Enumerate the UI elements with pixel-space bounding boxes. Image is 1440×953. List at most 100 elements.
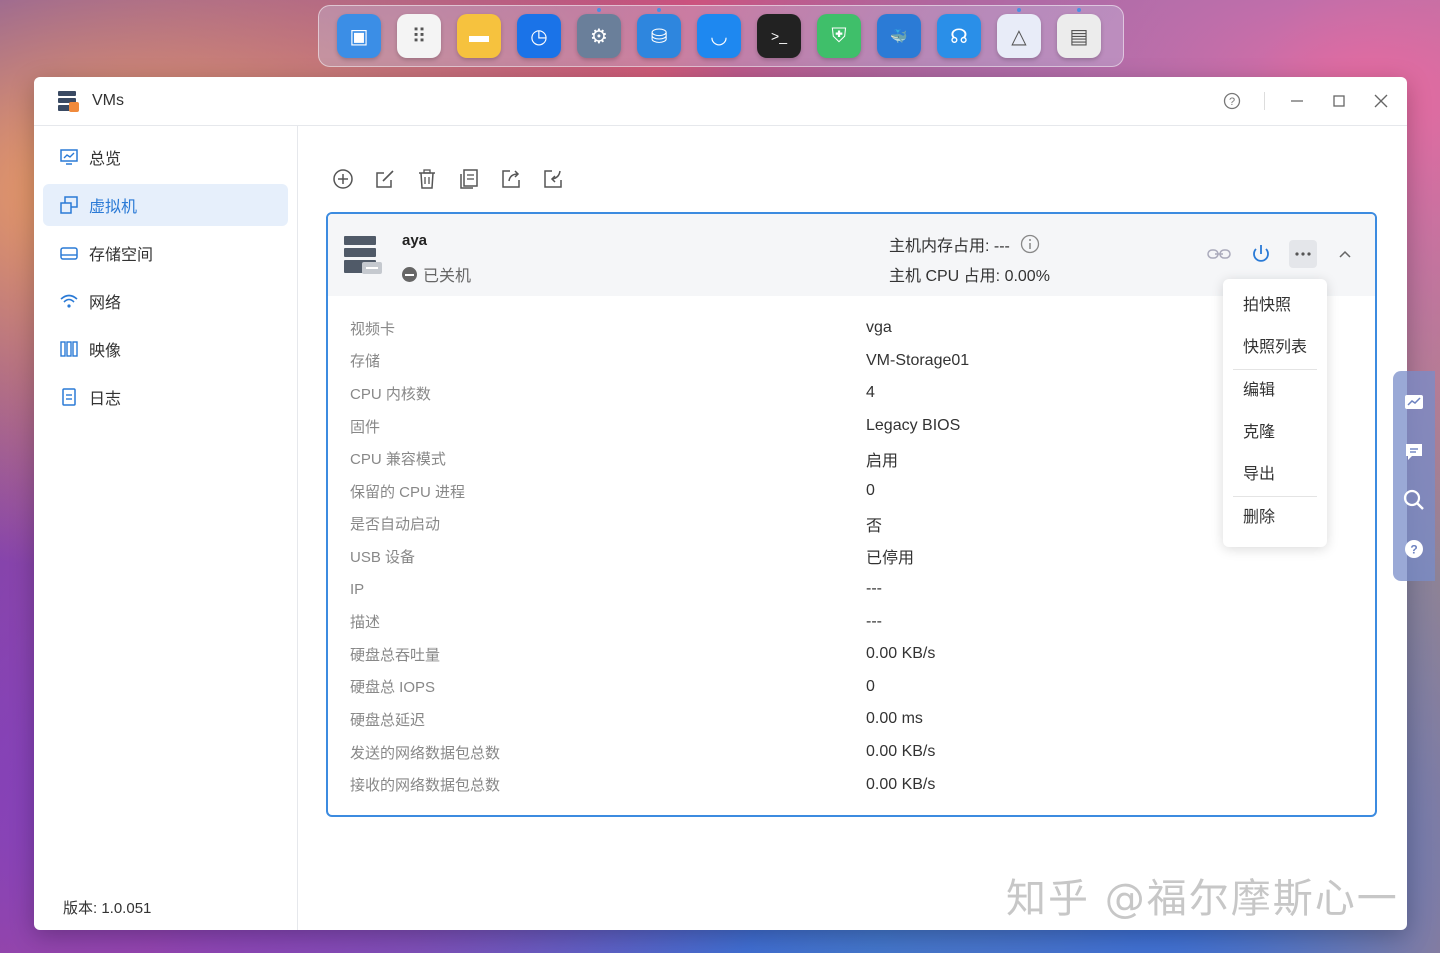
vm-details-list: 视频卡 vga 存储 VM-Storage01 CPU 内核数 4 固件 Legacy BIO… xyxy=(328,296,1375,801)
dock-app-app-store[interactable]: ◡ xyxy=(697,14,741,58)
detail-row: 接收的网络数据包总数 0.00 KB/s xyxy=(328,768,1375,801)
info-icon[interactable] xyxy=(1020,234,1040,254)
vm-actions xyxy=(1205,240,1359,268)
detail-value: 0.00 KB/s xyxy=(866,743,936,761)
detail-value: 启用 xyxy=(866,452,899,470)
sidebar-item-label: 总览 xyxy=(89,151,122,168)
menu-item-clone[interactable]: 克隆 xyxy=(1223,412,1327,454)
dock-app-media[interactable]: △ xyxy=(997,8,1041,58)
chart-icon[interactable] xyxy=(1402,391,1426,415)
image-icon xyxy=(59,339,79,359)
window-title: VMs xyxy=(92,92,124,109)
detail-row: 硬盘总 IOPS 0 xyxy=(328,671,1375,704)
detail-value: Legacy BIOS xyxy=(866,417,961,435)
version-label: 版本: 1.0.051 xyxy=(63,900,152,917)
delete-icon[interactable] xyxy=(416,168,438,190)
more-options-button[interactable] xyxy=(1289,240,1317,268)
dock-app-vms-active[interactable]: ▤ xyxy=(1057,8,1101,58)
close-button[interactable] xyxy=(1371,91,1391,111)
dock-app-storage-manager[interactable]: ⛁ xyxy=(637,8,681,58)
menu-item-delete[interactable]: 删除 xyxy=(1223,497,1327,539)
dock-app-app-center[interactable]: ⠿ xyxy=(397,14,441,58)
dock-app-support[interactable]: ☊ xyxy=(937,14,981,58)
log-icon xyxy=(59,387,79,407)
security-icon: ⛨ xyxy=(831,24,847,47)
docker-icon: 🐳 xyxy=(890,27,908,44)
detail-label: CPU 内核数 xyxy=(350,385,431,403)
sidebar-item-vms[interactable]: 虚拟机 xyxy=(43,184,288,226)
detail-value: 0.00 KB/s xyxy=(866,645,936,663)
detail-value: 已停用 xyxy=(866,550,915,568)
help-circle-icon[interactable]: ? xyxy=(1402,537,1426,561)
dock-app-terminal[interactable]: >_ xyxy=(757,14,801,58)
sidebar-item-network[interactable]: 网络 xyxy=(43,280,288,322)
menu-item-export[interactable]: 导出 xyxy=(1223,454,1327,496)
message-icon[interactable] xyxy=(1402,440,1426,464)
dock: ▣ ⠿ ▬ ◷ ⚙ ⛁ ◡ >_ ⛨ 🐳 ☊ △ ▤ xyxy=(318,5,1124,67)
sidebar-item-logs[interactable]: 日志 xyxy=(43,376,288,418)
sidebar-item-images[interactable]: 映像 xyxy=(43,328,288,370)
vms-app-icon: ▣ xyxy=(349,25,369,48)
detail-row: CPU 兼容模式 启用 xyxy=(328,442,1375,475)
vm-card[interactable]: aya 已关机 主机内存占用: --- 主机 CPU 占用: 0.00% 视频卡… xyxy=(326,212,1377,817)
detail-value: --- xyxy=(866,612,882,630)
toolbar xyxy=(332,168,564,190)
export-icon[interactable] xyxy=(500,168,522,190)
running-indicator xyxy=(1017,8,1021,12)
support-icon: ☊ xyxy=(950,25,968,48)
detail-row: 视频卡 vga xyxy=(328,312,1375,345)
link-icon[interactable] xyxy=(1205,240,1233,268)
maximize-button[interactable] xyxy=(1329,91,1349,111)
clone-icon[interactable] xyxy=(458,168,480,190)
help-icon[interactable]: ? xyxy=(1222,91,1242,111)
detail-row: 发送的网络数据包总数 0.00 KB/s xyxy=(328,736,1375,769)
detail-row: 保留的 CPU 进程 0 xyxy=(328,475,1375,508)
floating-side-panel: ? xyxy=(1393,371,1435,581)
detail-row: 是否自动启动 否 xyxy=(328,508,1375,541)
sidebar-item-storage[interactable]: 存储空间 xyxy=(43,232,288,274)
detail-row: 固件 Legacy BIOS xyxy=(328,410,1375,443)
detail-label: 存储 xyxy=(350,353,381,371)
running-indicator xyxy=(597,8,601,12)
detail-label: 发送的网络数据包总数 xyxy=(350,744,501,762)
detail-label: 保留的 CPU 进程 xyxy=(350,483,466,501)
stopped-icon xyxy=(402,266,417,282)
detail-row: CPU 内核数 4 xyxy=(328,377,1375,410)
add-icon[interactable] xyxy=(332,168,354,190)
power-button[interactable] xyxy=(1247,240,1275,268)
sidebar: 总览 虚拟机 存储空间 网络 映像 日志 版本: 1.0.051 xyxy=(34,126,298,930)
dock-app-backup[interactable]: ◷ xyxy=(517,14,561,58)
sidebar-item-overview[interactable]: 总览 xyxy=(43,136,288,178)
menu-item-take-snapshot[interactable]: 拍快照 xyxy=(1223,285,1327,327)
menu-item-snapshot-list[interactable]: 快照列表 xyxy=(1223,327,1327,369)
backup-icon: ◷ xyxy=(530,25,548,48)
app-center-icon: ⠿ xyxy=(411,25,427,48)
minimize-button[interactable] xyxy=(1287,91,1307,111)
running-indicator xyxy=(1077,8,1081,12)
detail-row: USB 设备 已停用 xyxy=(328,540,1375,573)
menu-item-edit[interactable]: 编辑 xyxy=(1223,370,1327,412)
vm-cpu-usage: 主机 CPU 占用: 0.00% xyxy=(889,268,1050,285)
detail-row: IP --- xyxy=(328,573,1375,606)
app-store-icon: ◡ xyxy=(710,25,728,48)
search-icon[interactable] xyxy=(1402,488,1426,512)
edit-icon[interactable] xyxy=(374,168,396,190)
import-icon[interactable] xyxy=(542,168,564,190)
sidebar-item-label: 网络 xyxy=(89,295,122,312)
sidebar-item-label: 存储空间 xyxy=(89,247,154,264)
detail-label: 硬盘总延迟 xyxy=(350,711,426,729)
dock-app-files[interactable]: ▬ xyxy=(457,14,501,58)
collapse-icon[interactable] xyxy=(1331,240,1359,268)
dock-app-docker[interactable]: 🐳 xyxy=(877,14,921,58)
server-icon xyxy=(344,236,382,274)
monitor-icon xyxy=(59,147,79,167)
detail-value: VM-Storage01 xyxy=(866,351,970,369)
watermark: 知乎 @福尔摩斯心一 xyxy=(1006,876,1399,922)
title-bar: VMs ? xyxy=(34,77,1407,126)
terminal-icon: >_ xyxy=(771,28,787,44)
dock-app-settings[interactable]: ⚙ xyxy=(577,8,621,58)
dock-app-vms-app[interactable]: ▣ xyxy=(337,14,381,58)
vm-more-menu: 拍快照 快照列表 编辑 克隆 导出 删除 xyxy=(1223,279,1327,547)
detail-label: 硬盘总吞吐量 xyxy=(350,646,441,664)
dock-app-security[interactable]: ⛨ xyxy=(817,14,861,58)
